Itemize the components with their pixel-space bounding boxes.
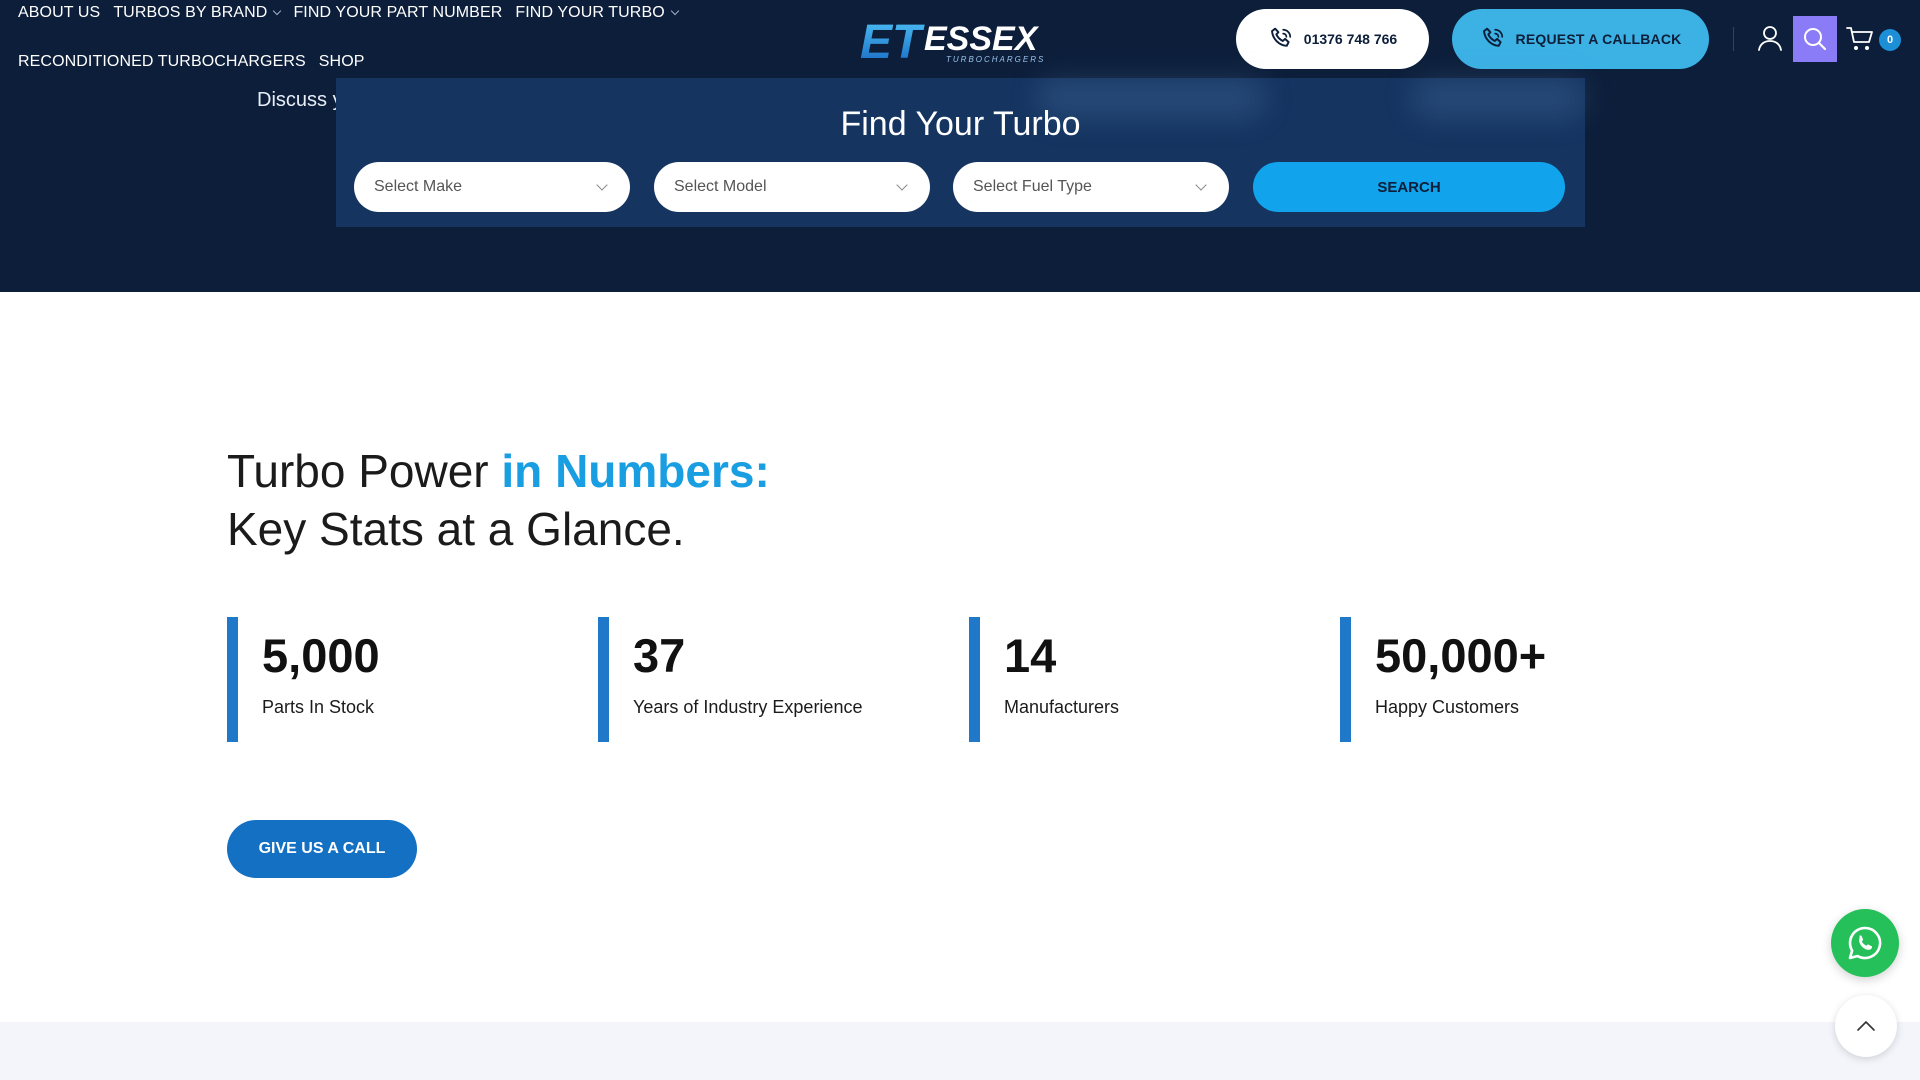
- find-your-turbo-panel: Find Your Turbo Select Make Select Model…: [336, 78, 1586, 227]
- whatsapp-icon: [1848, 926, 1882, 960]
- stat-label: Parts In Stock: [262, 697, 375, 717]
- stat-value: 37: [633, 629, 686, 682]
- essex-turbochargers-logo[interactable]: ET ESSEX TURBOCHARGERS: [858, 14, 1068, 66]
- phone-number: 01376 748 766: [1303, 31, 1398, 47]
- nav-find-part-number[interactable]: FIND YOUR PART NUMBER: [293, 4, 502, 22]
- phone-button[interactable]: 01376 748 766: [1236, 9, 1429, 69]
- logo-tagline: TURBOCHARGERS: [946, 55, 1045, 64]
- nav-label: TURBOS BY BRAND: [113, 4, 268, 21]
- nav-reconditioned-turbochargers[interactable]: RECONDITIONED TURBOCHARGERS: [18, 53, 306, 71]
- logo-mark: ET: [860, 16, 925, 66]
- heading-text: Turbo Power: [227, 445, 502, 497]
- heading-subline: Key Stats at a Glance.: [227, 503, 685, 555]
- nav-label: ABOUT US: [18, 4, 101, 21]
- select-fuel-type-dropdown[interactable]: Select Fuel Type: [953, 162, 1229, 212]
- nav-label: RECONDITIONED TURBOCHARGERS: [18, 53, 306, 70]
- search-button[interactable]: [1793, 16, 1837, 62]
- stat-label: Happy Customers: [1375, 697, 1520, 717]
- search-icon: [1804, 28, 1827, 51]
- nav-label: FIND YOUR PART NUMBER: [293, 4, 503, 21]
- stat-value: 5,000: [262, 629, 380, 682]
- cart-count-badge: 0: [1879, 29, 1901, 51]
- nav-row-primary: ABOUT US TURBOS BY BRAND FIND YOUR PART …: [18, 4, 680, 22]
- nav-turbos-by-brand[interactable]: TURBOS BY BRAND: [113, 4, 282, 22]
- next-section-band: [0, 1022, 1920, 1080]
- chevron-up-icon: [1857, 1021, 1875, 1031]
- logo-name: ESSEX: [924, 20, 1040, 58]
- phone-icon: [1482, 27, 1503, 47]
- stat-manufacturers: 14 Manufacturers: [969, 617, 1119, 742]
- stat-value: 14: [1004, 629, 1057, 682]
- stat-label: Manufacturers: [1004, 697, 1120, 717]
- stat-parts-in-stock: 5,000 Parts In Stock: [227, 617, 380, 742]
- header-divider: [1733, 27, 1734, 51]
- scroll-to-top-button[interactable]: [1835, 995, 1897, 1057]
- nav-shop[interactable]: SHOP: [319, 53, 365, 71]
- select-make-dropdown[interactable]: Select Make: [354, 162, 630, 212]
- give-us-a-call-button[interactable]: GIVE US A CALL: [227, 820, 417, 878]
- nav-label: FIND YOUR TURBO: [515, 4, 665, 21]
- chevron-down-icon: [896, 179, 908, 191]
- request-callback-button[interactable]: REQUEST A CALLBACK: [1452, 9, 1709, 69]
- select-model-label: Select Model: [674, 178, 767, 195]
- stat-happy-customers: 50,000+ Happy Customers: [1340, 617, 1546, 742]
- hero-section: ABOUT US TURBOS BY BRAND FIND YOUR PART …: [0, 0, 1920, 292]
- callback-label: REQUEST A CALLBACK: [1515, 31, 1682, 47]
- stats-heading: Turbo Power in Numbers: Key Stats at a G…: [227, 442, 770, 558]
- chevron-down-icon: [670, 6, 680, 16]
- nav-find-your-turbo[interactable]: FIND YOUR TURBO: [515, 4, 680, 22]
- nav-label: SHOP: [318, 53, 365, 70]
- select-make-label: Select Make: [374, 178, 463, 195]
- user-icon[interactable]: [1756, 24, 1784, 52]
- nav-row-secondary: RECONDITIONED TURBOCHARGERS SHOP: [18, 53, 365, 71]
- chevron-down-icon: [273, 6, 282, 16]
- whatsapp-button[interactable]: [1831, 909, 1899, 977]
- select-model-dropdown[interactable]: Select Model: [654, 162, 930, 212]
- stat-years-experience: 37 Years of Industry Experience: [598, 617, 862, 742]
- stat-value: 50,000+: [1375, 629, 1547, 682]
- heading-accent: in Numbers:: [501, 445, 770, 497]
- cart-icon[interactable]: [1846, 26, 1874, 52]
- phone-icon: [1270, 27, 1291, 47]
- chevron-down-icon: [596, 179, 608, 191]
- nav-about-us[interactable]: ABOUT US: [18, 4, 100, 22]
- chevron-down-icon: [1195, 179, 1207, 191]
- select-fuel-label: Select Fuel Type: [973, 178, 1092, 195]
- finder-title: Find Your Turbo: [840, 105, 1081, 143]
- finder-search-button[interactable]: SEARCH: [1253, 162, 1565, 212]
- stat-label: Years of Industry Experience: [633, 697, 863, 717]
- hero-subtext: Discuss y: [257, 89, 343, 111]
